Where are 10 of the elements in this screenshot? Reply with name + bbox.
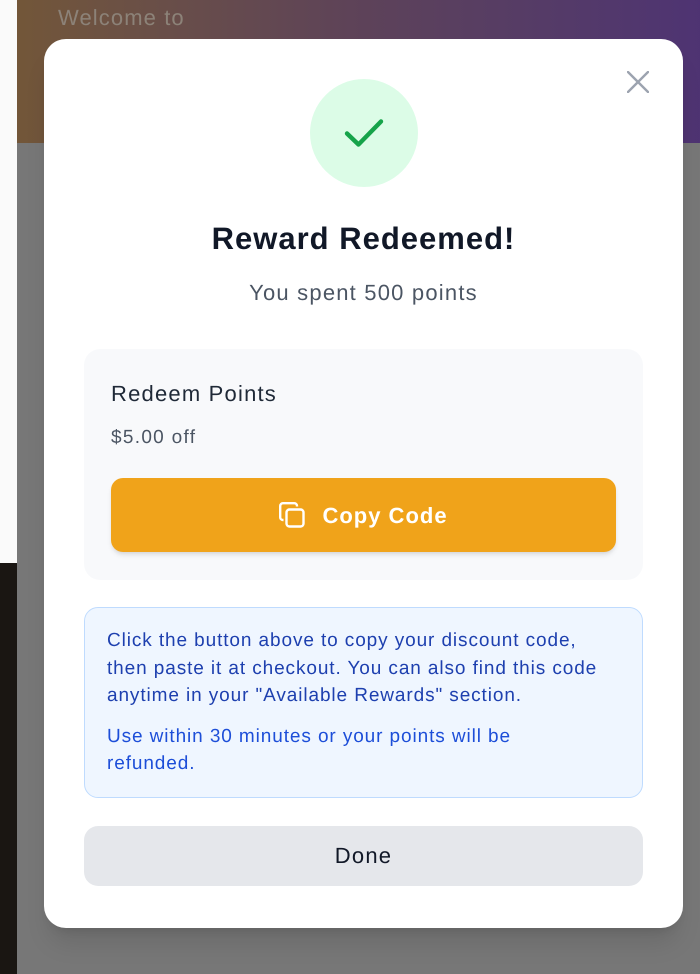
instruction-text: Click the button above to copy your discount code, then paste it at checkout. You can also find this code anytime in your "Available Rewards" section.: [107, 629, 598, 708]
close-button[interactable]: [625, 69, 651, 95]
note-text: Use within 30 minutes or your points will be refunded.: [107, 724, 512, 776]
close-icon: [627, 71, 649, 93]
reward-value: $5.00 off: [111, 426, 198, 450]
dialog-subtitle: You spent 500 points: [249, 279, 478, 307]
dialog-title: Reward Redeemed!: [212, 221, 516, 257]
reward-name: Redeem Points: [111, 380, 278, 408]
copy-icon: [279, 502, 306, 528]
done-button[interactable]: Done: [84, 826, 643, 886]
